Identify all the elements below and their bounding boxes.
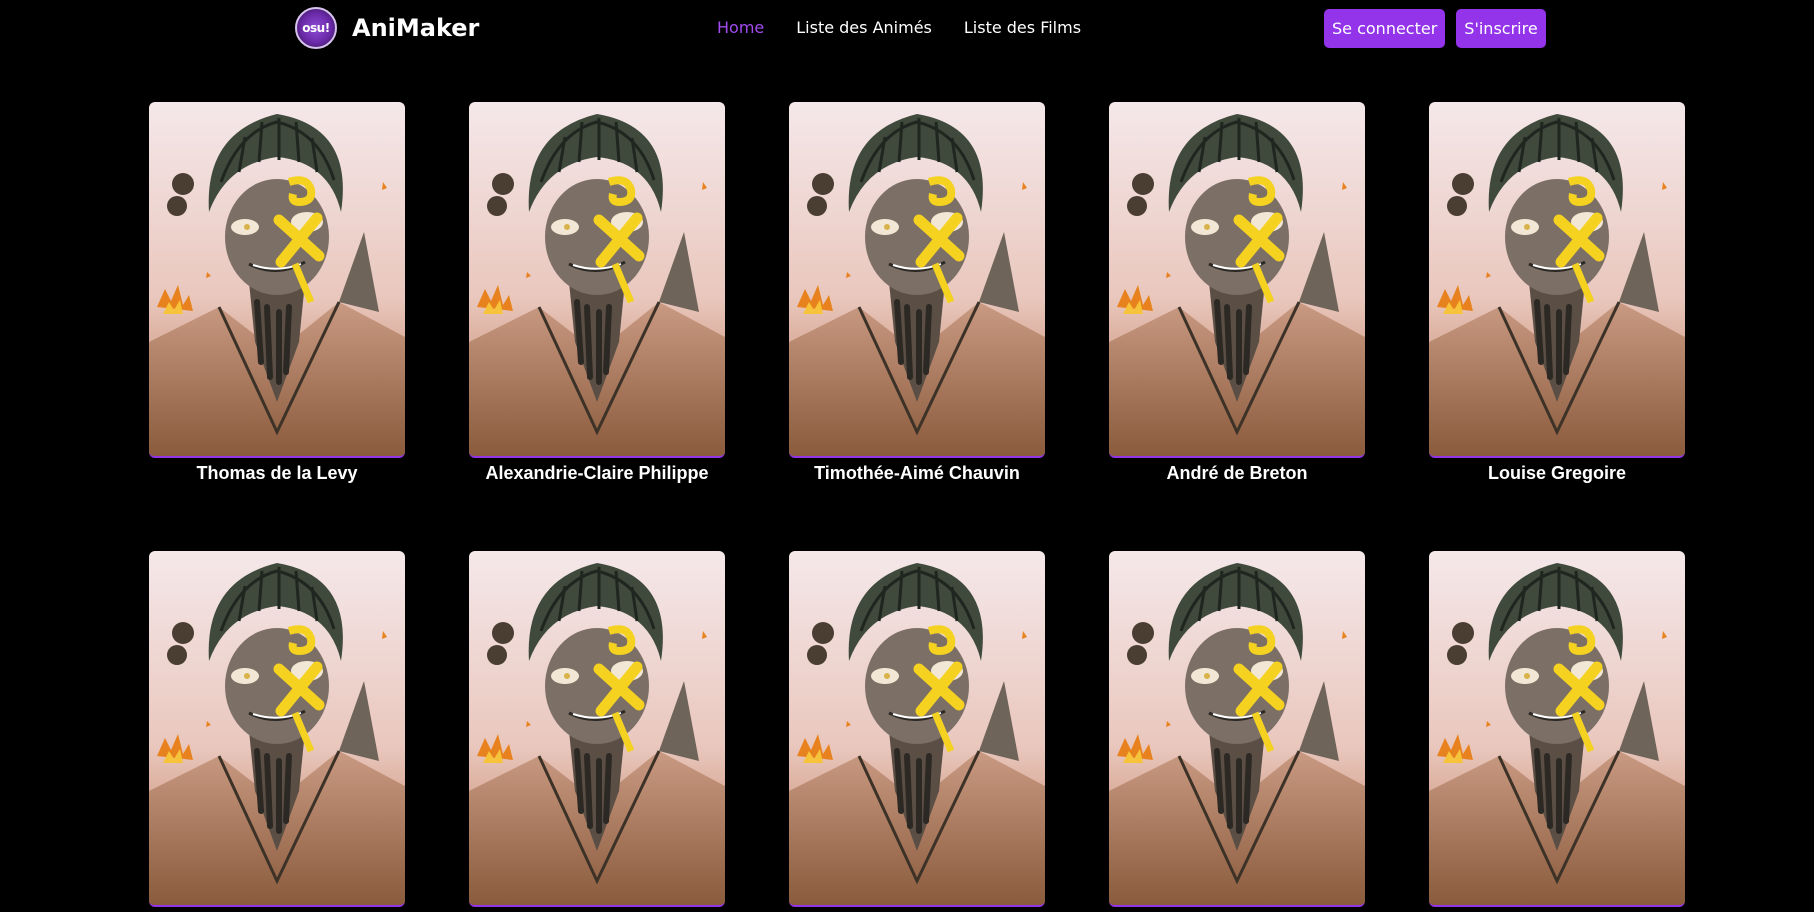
character-card[interactable]: Timothée-Aimé Chauvin [789, 102, 1045, 484]
character-image [789, 551, 1045, 907]
brand-home-link[interactable]: osu! AniMaker [295, 7, 479, 49]
character-card[interactable]: André de Breton [1109, 102, 1365, 484]
character-image [149, 551, 405, 907]
character-card[interactable]: Louise Gregoire [1429, 102, 1685, 484]
character-image [1429, 102, 1685, 458]
character-card[interactable]: Alexandrie-Claire Philippe [469, 102, 725, 484]
character-name: André de Breton [1166, 463, 1308, 483]
site-logo: osu! [295, 7, 337, 49]
character-name: Alexandrie-Claire Philippe [485, 463, 709, 483]
character-card[interactable] [469, 551, 725, 912]
nav-link-home[interactable]: Home [717, 18, 764, 37]
character-name: Thomas de la Levy [196, 463, 358, 483]
character-image [469, 102, 725, 458]
auth-buttons: Se connecter S'inscrire [1324, 9, 1546, 48]
nav-link-film-list[interactable]: Liste des Films [964, 18, 1081, 37]
main-nav: Home Liste des Animés Liste des Films [717, 18, 1113, 37]
signup-button[interactable]: S'inscrire [1456, 9, 1546, 48]
character-card[interactable] [149, 551, 405, 912]
character-name: Louise Gregoire [1487, 463, 1627, 483]
logo-text: osu! [302, 21, 330, 35]
navbar: osu! AniMaker Home Liste des Animés List… [0, 0, 1814, 56]
login-button[interactable]: Se connecter [1324, 9, 1446, 48]
brand-name: AniMaker [352, 14, 480, 42]
character-name: Timothée-Aimé Chauvin [814, 463, 1020, 483]
character-card[interactable] [1429, 551, 1685, 912]
character-card[interactable] [1109, 551, 1365, 912]
character-image [1109, 551, 1365, 907]
character-image [789, 102, 1045, 458]
character-image [1109, 102, 1365, 458]
character-card[interactable] [789, 551, 1045, 912]
character-image [149, 102, 405, 458]
character-image [469, 551, 725, 907]
character-card[interactable]: Thomas de la Levy [149, 102, 405, 484]
nav-link-anime-list[interactable]: Liste des Animés [796, 18, 932, 37]
character-image [1429, 551, 1685, 907]
